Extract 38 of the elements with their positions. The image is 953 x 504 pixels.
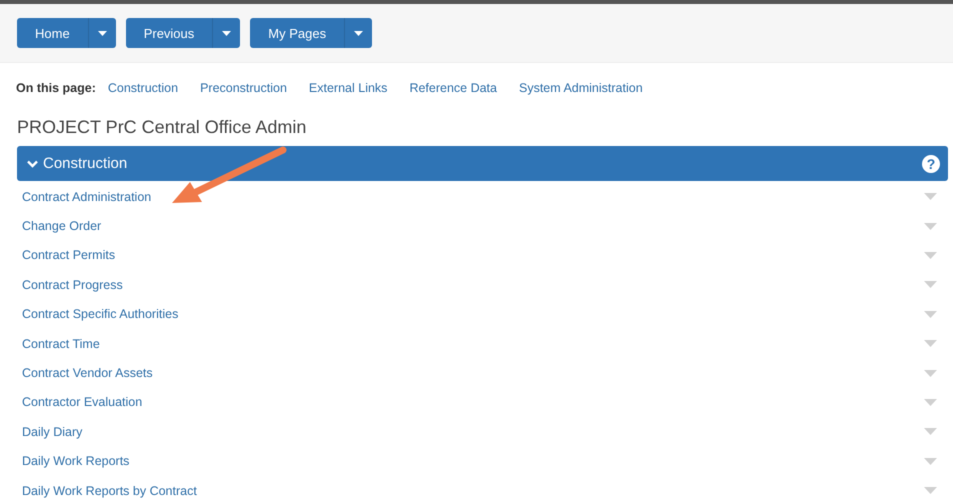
section-item-link[interactable]: Contractor Evaluation [22, 395, 924, 410]
section-item-link[interactable]: Change Order [22, 219, 924, 234]
section-item-link[interactable]: Contract Specific Authorities [22, 307, 924, 322]
section-item-link[interactable]: Daily Work Reports [22, 454, 924, 468]
nav-button[interactable]: My Pages [250, 18, 344, 48]
help-button[interactable]: ? [922, 154, 940, 172]
section-item-link[interactable]: Daily Work Reports by Contract [22, 484, 924, 498]
dropdown-icon[interactable] [924, 281, 937, 288]
nav-split-button[interactable]: My Pages [250, 18, 372, 48]
dropdown-icon[interactable] [924, 310, 937, 318]
dropdown-icon[interactable] [924, 370, 937, 377]
section-item-link[interactable]: Contract Time [22, 336, 924, 351]
nav-split-button[interactable]: Previous [126, 18, 240, 48]
page-section-link[interactable]: Reference Data [409, 81, 497, 95]
dropdown-icon[interactable] [924, 398, 937, 406]
section-item-link[interactable]: Daily Diary [22, 424, 924, 439]
page-section-link[interactable]: System Administration [519, 81, 643, 95]
on-this-page-label: On this page: [16, 81, 96, 95]
section-item-link[interactable]: Contract Vendor Assets [22, 366, 924, 380]
section-header[interactable]: Construction ? [17, 146, 948, 181]
dropdown-icon[interactable] [924, 458, 937, 465]
section-item-link[interactable]: Contract Permits [22, 248, 924, 262]
dropdown-icon[interactable] [924, 222, 937, 230]
page-section-link[interactable]: Preconstruction [200, 81, 287, 95]
dropdown-icon[interactable] [924, 193, 937, 200]
dropdown-icon[interactable] [924, 428, 937, 436]
nav-split-button[interactable]: Home [17, 18, 116, 48]
page-section-link[interactable]: External Links [308, 81, 388, 95]
section-item-link[interactable]: Contract Progress [22, 278, 924, 292]
dropdown-icon[interactable] [924, 487, 937, 494]
page-section-link[interactable]: Construction [108, 81, 178, 95]
section-title: Construction [43, 155, 128, 172]
dropdown-icon[interactable] [924, 252, 937, 259]
section-item-link[interactable]: Contract Administration [22, 190, 924, 204]
dropdown-icon[interactable] [924, 340, 937, 348]
nav-button[interactable]: Home [17, 18, 88, 48]
page-title: PROJECT PrC Central Office Admin [16, 116, 308, 138]
nav-button[interactable]: Previous [126, 18, 212, 48]
